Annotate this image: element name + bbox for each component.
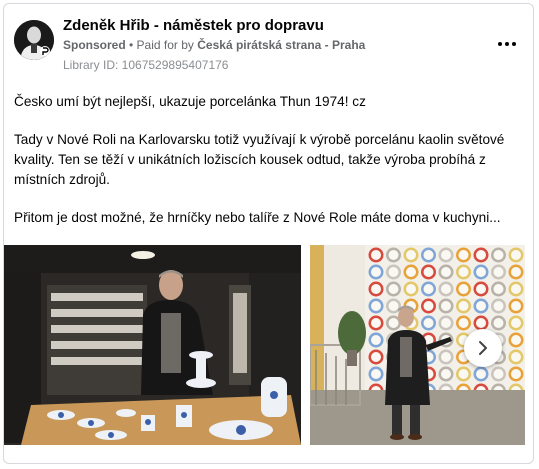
ad-post-card: Zdeněk Hřib - náměstek pro dopravu Spons… xyxy=(3,3,534,464)
plate-center xyxy=(371,352,381,362)
plate-center xyxy=(458,369,469,379)
plate-center xyxy=(493,267,504,277)
post-paragraph: Přitom je dost možné, že hrníčky nebo ta… xyxy=(14,210,501,225)
plate-center xyxy=(441,267,451,277)
plate-center xyxy=(423,267,434,277)
post-paragraph: Tady v Nové Roli na Karlovarsku totiž vy… xyxy=(14,132,505,187)
plate-center xyxy=(371,267,381,277)
plate-center xyxy=(476,369,486,379)
plate-center xyxy=(493,369,504,379)
plate-center xyxy=(423,284,434,294)
page-name[interactable]: Zdeněk Hřib - náměstek pro dopravu xyxy=(63,17,324,34)
plate-center xyxy=(406,284,416,294)
plate-center xyxy=(476,318,486,328)
profile-photo xyxy=(14,20,54,60)
plate-center xyxy=(493,301,504,311)
plate-center xyxy=(511,267,521,277)
plate-center xyxy=(511,335,521,345)
plate-center xyxy=(493,284,504,294)
plate-center xyxy=(476,250,486,260)
plate-center xyxy=(458,301,469,311)
post-text: Česko umí být nejlepší, ukazuje porcelán… xyxy=(14,92,524,246)
paid-for-label: • Paid for by xyxy=(125,38,198,52)
plate-center xyxy=(388,284,399,294)
plate-center xyxy=(388,301,399,311)
plate-center xyxy=(441,250,451,260)
chevron-right-icon xyxy=(479,341,487,355)
plate-center xyxy=(441,318,451,328)
plate-center xyxy=(423,301,434,311)
plate-center xyxy=(406,250,416,260)
plate-center xyxy=(371,250,381,260)
plate-center xyxy=(493,250,504,260)
plate-center xyxy=(476,284,486,294)
plate-center xyxy=(423,318,434,328)
plate-center xyxy=(371,369,381,379)
plate-center xyxy=(441,284,451,294)
plate-center xyxy=(371,318,381,328)
plate-center xyxy=(493,318,504,328)
plate-center xyxy=(441,352,451,362)
plate-center xyxy=(476,267,486,277)
plate-center xyxy=(511,284,521,294)
advertiser-link[interactable]: Česká pirátská strana - Praha xyxy=(197,38,365,52)
avatar[interactable] xyxy=(14,20,54,60)
plate-center xyxy=(406,267,416,277)
plate-center xyxy=(511,318,521,328)
plate-center xyxy=(476,301,486,311)
plate-center xyxy=(371,335,381,345)
porcelain-shop-photo xyxy=(4,245,301,445)
plate-center xyxy=(388,250,399,260)
library-id: Library ID: 1067529895407176 xyxy=(63,58,229,72)
carousel-next-button[interactable] xyxy=(464,329,502,367)
plate-center xyxy=(458,318,469,328)
plate-center xyxy=(511,369,521,379)
plate-center xyxy=(511,301,521,311)
carousel-image-1[interactable] xyxy=(4,245,301,445)
plate-center xyxy=(388,318,399,328)
plate-center xyxy=(441,369,451,379)
plate-center xyxy=(371,284,381,294)
plate-center xyxy=(423,250,434,260)
plate-center xyxy=(388,267,399,277)
sponsored-line: Sponsored • Paid for by Česká pirátská s… xyxy=(63,38,365,52)
plate-center xyxy=(458,267,469,277)
plate-center xyxy=(371,301,381,311)
sponsored-label: Sponsored xyxy=(63,38,126,52)
plate-center xyxy=(441,301,451,311)
plate-center xyxy=(511,352,521,362)
post-paragraph: Česko umí být nejlepší, ukazuje porcelán… xyxy=(14,94,366,109)
plate-center xyxy=(458,284,469,294)
plate-center xyxy=(458,250,469,260)
more-options-icon xyxy=(498,42,516,46)
image-carousel xyxy=(4,245,532,445)
more-options-button[interactable] xyxy=(495,34,519,54)
plate-center xyxy=(511,250,521,260)
